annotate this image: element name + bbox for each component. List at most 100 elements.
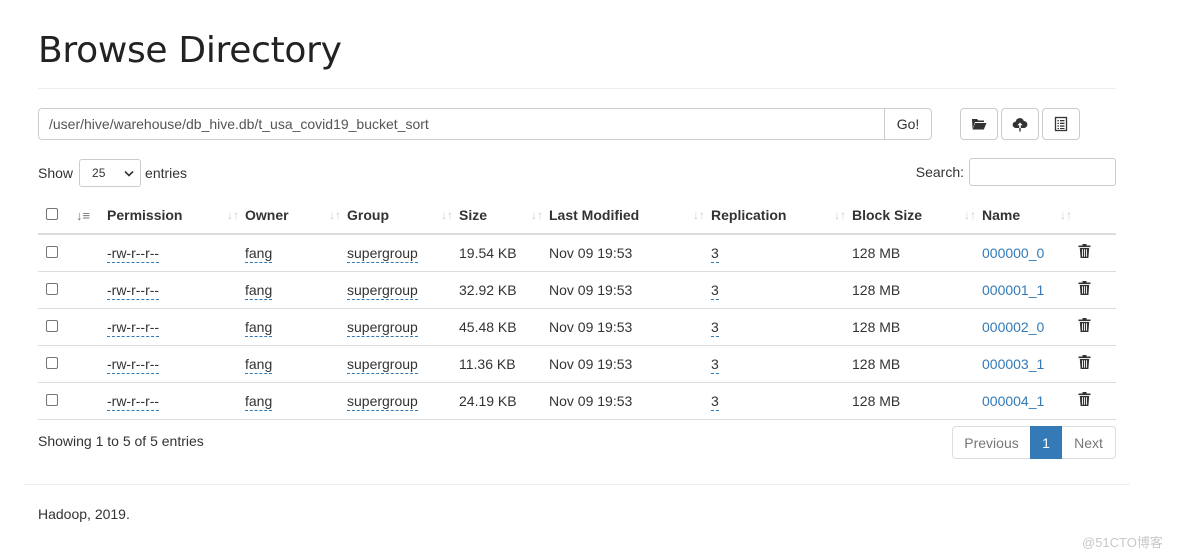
search-input[interactable] — [969, 158, 1116, 186]
file-name-link[interactable]: 000001_1 — [982, 282, 1044, 298]
column-header-size[interactable]: Size ↓↑ — [459, 197, 549, 235]
group-link[interactable]: supergroup — [347, 318, 418, 337]
sort-icon: ↓↑ — [1060, 208, 1072, 222]
pagination: Previous 1 Next — [952, 426, 1116, 459]
trash-icon[interactable] — [1078, 244, 1091, 261]
group-link[interactable]: supergroup — [347, 392, 418, 411]
block-size-cell: 128 MB — [852, 271, 982, 309]
group-cell: supergroup — [347, 382, 459, 420]
name-cell: 000000_0 — [982, 234, 1078, 272]
name-cell: 000003_1 — [982, 345, 1078, 383]
select-all-header — [38, 197, 76, 235]
row-checkbox[interactable] — [46, 319, 58, 332]
row-select-cell — [38, 271, 76, 309]
file-name-link[interactable]: 000004_1 — [982, 393, 1044, 409]
permission-link[interactable]: -rw-r--r-- — [107, 318, 160, 337]
last-modified-cell: Nov 09 19:53 — [549, 308, 711, 346]
permission-link[interactable]: -rw-r--r-- — [107, 392, 160, 411]
row-checkbox[interactable] — [46, 393, 58, 406]
replication-link[interactable]: 3 — [711, 244, 719, 263]
file-name-link[interactable]: 000003_1 — [982, 356, 1044, 372]
column-header-permission[interactable]: Permission ↓↑ — [107, 197, 245, 235]
column-header-replication[interactable]: Replication ↓↑ — [711, 197, 852, 235]
cloud-upload-icon — [1012, 118, 1028, 132]
group-link[interactable]: supergroup — [347, 244, 418, 263]
actions-header — [1078, 197, 1116, 235]
column-label: Group — [347, 207, 389, 223]
owner-link[interactable]: fang — [245, 392, 273, 411]
actions-cell — [1078, 234, 1116, 272]
group-link[interactable]: supergroup — [347, 281, 418, 300]
permission-link[interactable]: -rw-r--r-- — [107, 281, 160, 300]
trash-icon[interactable] — [1078, 392, 1091, 409]
column-label: Owner — [245, 207, 289, 223]
file-name-link[interactable]: 000002_0 — [982, 319, 1044, 335]
actions-cell — [1078, 382, 1116, 420]
table-row: -rw-r--r-- fang supergroup 11.36 KB Nov 09 1… — [38, 345, 1116, 383]
group-cell: supergroup — [347, 234, 459, 272]
replication-link[interactable]: 3 — [711, 318, 719, 337]
upload-button[interactable] — [1001, 108, 1039, 140]
replication-link[interactable]: 3 — [711, 392, 719, 411]
name-cell: 000004_1 — [982, 382, 1078, 420]
sort-header[interactable]: ↓≡ — [76, 197, 107, 235]
next-page-button[interactable]: Next — [1062, 426, 1116, 459]
column-header-last-modified[interactable]: Last Modified ↓↑ — [549, 197, 711, 235]
cut-paste-button[interactable] — [1042, 108, 1080, 140]
select-all-checkbox[interactable] — [46, 208, 58, 220]
footer-divider — [24, 484, 1130, 485]
owner-link[interactable]: fang — [245, 355, 273, 374]
actions-cell — [1078, 271, 1116, 309]
permission-link[interactable]: -rw-r--r-- — [107, 244, 160, 263]
list-alt-icon — [1054, 116, 1068, 132]
replication-cell: 3 — [711, 382, 852, 420]
trash-icon[interactable] — [1078, 281, 1091, 298]
go-button[interactable]: Go! — [885, 108, 932, 140]
owner-link[interactable]: fang — [245, 244, 273, 263]
group-cell: supergroup — [347, 345, 459, 383]
size-cell: 24.19 KB — [459, 382, 549, 420]
name-cell: 000001_1 — [982, 271, 1078, 309]
entries-label: entries — [145, 165, 188, 181]
replication-cell: 3 — [711, 345, 852, 383]
replication-link[interactable]: 3 — [711, 355, 719, 374]
row-checkbox[interactable] — [46, 282, 58, 295]
file-name-link[interactable]: 000000_0 — [982, 245, 1044, 261]
replication-cell: 3 — [711, 308, 852, 346]
replication-link[interactable]: 3 — [711, 281, 719, 300]
owner-link[interactable]: fang — [245, 318, 273, 337]
previous-page-button[interactable]: Previous — [952, 426, 1030, 459]
sort-icon: ↓↑ — [964, 208, 976, 222]
owner-cell: fang — [245, 234, 347, 272]
row-checkbox[interactable] — [46, 245, 58, 258]
size-cell: 19.54 KB — [459, 234, 549, 272]
directory-path-input[interactable]: /user/hive/warehouse/db_hive.db/t_usa_co… — [38, 108, 885, 140]
column-header-name[interactable]: Name ↓↑ — [982, 197, 1078, 235]
owner-cell: fang — [245, 271, 347, 309]
create-directory-button[interactable] — [960, 108, 998, 140]
column-header-group[interactable]: Group ↓↑ — [347, 197, 459, 235]
last-modified-cell: Nov 09 19:53 — [549, 345, 711, 383]
owner-link[interactable]: fang — [245, 281, 273, 300]
column-header-owner[interactable]: Owner ↓↑ — [245, 197, 347, 235]
group-link[interactable]: supergroup — [347, 355, 418, 374]
toolbar — [960, 108, 1080, 140]
column-label: Size — [459, 207, 488, 223]
sort-icon: ↓↑ — [329, 208, 341, 222]
sort-ascending-icon: ↓≡ — [76, 208, 91, 223]
row-checkbox[interactable] — [46, 356, 58, 369]
permission-cell: -rw-r--r-- — [107, 271, 245, 309]
last-modified-cell: Nov 09 19:53 — [549, 271, 711, 309]
table-header-row: ↓≡ Permission ↓↑ Owner ↓↑ Group ↓↑ Size ↓↑ L… — [38, 197, 1116, 235]
trash-icon[interactable] — [1078, 355, 1091, 372]
last-modified-cell: Nov 09 19:53 — [549, 234, 711, 272]
permission-link[interactable]: -rw-r--r-- — [107, 355, 160, 374]
sort-icon: ↓↑ — [227, 208, 239, 222]
trash-icon[interactable] — [1078, 318, 1091, 335]
entries-per-page-select[interactable]: 25 — [79, 159, 142, 187]
title-divider — [38, 88, 1116, 89]
column-header-block-size[interactable]: Block Size ↓↑ — [852, 197, 982, 235]
group-cell: supergroup — [347, 308, 459, 346]
row-select-cell — [38, 234, 76, 272]
page-1-button[interactable]: 1 — [1030, 426, 1062, 459]
